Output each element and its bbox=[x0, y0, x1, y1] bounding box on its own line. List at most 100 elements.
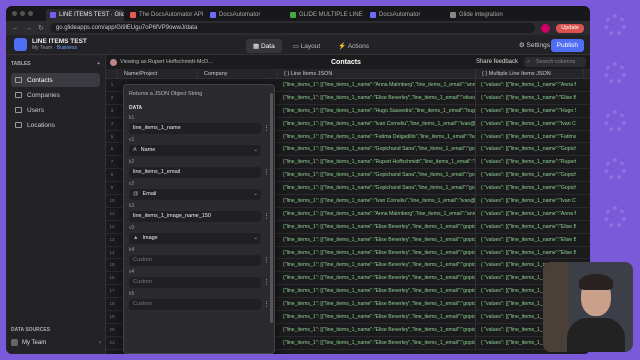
publish-button[interactable]: Publish bbox=[550, 39, 584, 52]
cell[interactable]: {"line_items_1": [{"line_items_1_name":"… bbox=[278, 130, 476, 143]
scrollbar[interactable] bbox=[270, 93, 273, 323]
cell[interactable]: { "values": [{"line_items_1_name":"Anna … bbox=[476, 79, 576, 91]
browser-tab[interactable]: DocsAutomator bbox=[366, 9, 444, 21]
share-feedback-button[interactable]: Share feedback bbox=[476, 59, 518, 65]
cell[interactable]: {"line_items_1": [{"line_items_1_name":"… bbox=[278, 104, 476, 117]
k3-field[interactable]: line_items_1_image_name_150 ⋮ bbox=[129, 211, 270, 222]
more-options-icon[interactable]: ⋮ bbox=[263, 255, 270, 266]
cell[interactable]: {"line_items_1": [{"line_items_1_name":"… bbox=[278, 207, 476, 220]
window-controls[interactable] bbox=[12, 11, 33, 16]
tab-actions[interactable]: ⚡ Actions bbox=[331, 39, 376, 53]
cell[interactable]: {"line_items_1": [{"line_items_1_name":"… bbox=[278, 323, 476, 336]
cell[interactable]: {"line_items_1": [{"line_items_1_name":"… bbox=[278, 220, 476, 233]
k1-field[interactable]: line_items_1_name ⋮ bbox=[129, 123, 270, 134]
column-headers: Name/Project Company { } Line Items JSON… bbox=[106, 69, 590, 79]
cell[interactable]: {"line_items_1": [{"line_items_1_name":"… bbox=[278, 79, 476, 91]
tab-data[interactable]: ▦ Data bbox=[246, 39, 282, 53]
more-options-icon[interactable]: ⋮ bbox=[263, 277, 270, 288]
sidebar-item-users[interactable]: Users bbox=[11, 103, 100, 117]
cell[interactable]: {"line_items_1": [{"line_items_1_name":"… bbox=[278, 195, 476, 207]
cell[interactable]: { "values": [{"line_items_1_name":"Elise… bbox=[476, 92, 576, 104]
browser-tab[interactable]: GLIDE MULTIPLE LINE ITEMS bbox=[286, 9, 364, 21]
k4-field[interactable]: Custom ⋮ bbox=[129, 255, 270, 266]
cell[interactable]: { "values": [{"line_items_1_name":"Ivan … bbox=[476, 118, 576, 130]
cell[interactable]: {"line_items_1": [{"line_items_1_name":"… bbox=[278, 156, 476, 169]
key-label: k4 bbox=[129, 247, 135, 253]
more-options-icon[interactable]: ⋮ bbox=[263, 167, 270, 178]
cell[interactable]: { "values": [{"line_items_1_name":"Gopic… bbox=[476, 182, 576, 194]
k5-field[interactable]: Custom ⋮ bbox=[129, 299, 270, 310]
v3-column-select[interactable]: ▲ Image ⌄ bbox=[129, 233, 261, 244]
cell[interactable]: {"line_items_1": [{"line_items_1_name":"… bbox=[278, 169, 476, 182]
cell[interactable]: {"line_items_1": [{"line_items_1_name":"… bbox=[278, 246, 476, 259]
v1-column-select[interactable]: A Name ⌄ bbox=[129, 145, 261, 156]
profile-avatar[interactable] bbox=[541, 23, 551, 33]
row-number: 20 bbox=[109, 326, 115, 332]
cell[interactable]: {"line_items_1": [{"line_items_1_name":"… bbox=[278, 117, 476, 130]
table-icon bbox=[15, 77, 22, 83]
cell[interactable]: { "values": [{"line_items_1_name":"Ivan … bbox=[476, 195, 576, 207]
v4-field[interactable]: Custom ⋮ bbox=[129, 277, 270, 288]
cell[interactable]: {"line_items_1": [{"line_items_1_name":"… bbox=[278, 259, 476, 272]
row-number: 15 bbox=[109, 262, 115, 268]
search-columns-input[interactable]: Search columns bbox=[524, 57, 586, 67]
gear-icon bbox=[604, 14, 626, 36]
sidebar-item-locations[interactable]: Locations bbox=[11, 118, 100, 132]
cell[interactable]: { "values": [{"line_items_1_name":"Gopic… bbox=[476, 143, 576, 155]
add-table-icon[interactable]: + bbox=[97, 61, 100, 67]
tab-layout[interactable]: ▭ Layout bbox=[286, 39, 327, 53]
browser-tab[interactable]: The DocsAutomator API bbox=[126, 9, 204, 21]
viewing-as-selector[interactable]: Viewing as Rupert Hoffschmidt-McD... bbox=[110, 58, 213, 66]
cell[interactable]: {"line_items_1": [{"line_items_1_name":"… bbox=[278, 182, 476, 195]
cell[interactable]: { "values": [{"line_items_1_name":"Anna … bbox=[476, 208, 576, 220]
k2-field[interactable]: line_items_1_email ⋮ bbox=[129, 167, 270, 178]
row-number: 5 bbox=[110, 133, 114, 139]
settings-button[interactable]: ⚙ Settings bbox=[519, 41, 550, 49]
back-icon[interactable]: ← bbox=[12, 25, 19, 32]
cell[interactable]: {"line_items_1": [{"line_items_1_name":"… bbox=[278, 143, 476, 156]
key-label: k3 bbox=[129, 203, 135, 209]
more-options-icon[interactable]: ⋮ bbox=[263, 123, 270, 134]
row-number: 6 bbox=[110, 146, 114, 152]
forward-icon[interactable]: → bbox=[25, 25, 32, 32]
favicon-icon bbox=[50, 12, 56, 18]
more-options-icon[interactable]: ⋮ bbox=[263, 299, 270, 310]
app-header: LINE ITEMS TEST My Team · Business ▦ Dat… bbox=[6, 35, 590, 55]
browser-tab[interactable]: Glide integration bbox=[446, 9, 524, 21]
row-number: 17 bbox=[109, 288, 115, 294]
value-label: v1 bbox=[129, 137, 135, 143]
column-header[interactable]: { } Multiple Line Items JSON bbox=[476, 69, 584, 78]
browser-tab[interactable]: LINE ITEMS TEST · Glide✕ bbox=[46, 9, 124, 21]
sidebar-item-contacts[interactable]: Contacts bbox=[11, 73, 100, 87]
cell[interactable]: { "values": [{"line_items_1_name":"Elise… bbox=[476, 234, 576, 246]
column-header[interactable]: Company bbox=[198, 69, 278, 78]
url-field[interactable]: go.glideapps.com/app/Gi9lEUgu7oP6fVP9oww… bbox=[49, 23, 536, 33]
cell[interactable]: {"line_items_1": [{"line_items_1_name":"… bbox=[278, 311, 476, 323]
cell[interactable]: {"line_items_1": [{"line_items_1_name":"… bbox=[278, 336, 476, 349]
browser-tab[interactable]: DocsAutomator bbox=[206, 9, 284, 21]
cell[interactable]: { "values": [{"line_items_1_name":"Elise… bbox=[476, 221, 576, 233]
cell[interactable]: { "values": [{"line_items_1_name":"Gopic… bbox=[476, 169, 576, 181]
update-button[interactable]: Update bbox=[556, 23, 584, 33]
image-column-icon: ▲ bbox=[133, 235, 139, 241]
cell[interactable]: {"line_items_1": [{"line_items_1_name":"… bbox=[278, 272, 476, 285]
cell[interactable]: { "values": [{"line_items_1_name":"Hugo … bbox=[476, 105, 576, 117]
cell[interactable]: {"line_items_1": [{"line_items_1_name":"… bbox=[278, 233, 476, 246]
sidebar-item-companies[interactable]: Companies bbox=[11, 88, 100, 102]
cell[interactable]: { "values": [{"line_items_1_name":"Ruper… bbox=[476, 156, 576, 168]
cell[interactable]: {"line_items_1": [{"line_items_1_name":"… bbox=[278, 298, 476, 311]
reload-icon[interactable]: ↻ bbox=[38, 24, 44, 32]
cell[interactable]: { "values": [{"line_items_1_name":"Fatim… bbox=[476, 131, 576, 143]
gear-icon bbox=[604, 158, 626, 180]
more-options-icon[interactable]: ⋮ bbox=[263, 211, 270, 222]
column-header[interactable]: Name/Project bbox=[118, 69, 198, 78]
data-source-my-team[interactable]: My Team › bbox=[11, 339, 101, 346]
gear-icon bbox=[604, 110, 626, 132]
email-column-icon: @ bbox=[133, 191, 139, 197]
v2-column-select[interactable]: @ Email ⌄ bbox=[129, 189, 261, 200]
column-header[interactable]: { } Line Items JSON bbox=[278, 69, 476, 78]
cell[interactable]: {"line_items_1": [{"line_items_1_name":"… bbox=[278, 285, 476, 298]
chevron-down-icon: ⌄ bbox=[253, 235, 258, 241]
cell[interactable]: { "values": [{"line_items_1_name":"Elise… bbox=[476, 247, 576, 259]
cell[interactable]: {"line_items_1": [{"line_items_1_name":"… bbox=[278, 91, 476, 104]
